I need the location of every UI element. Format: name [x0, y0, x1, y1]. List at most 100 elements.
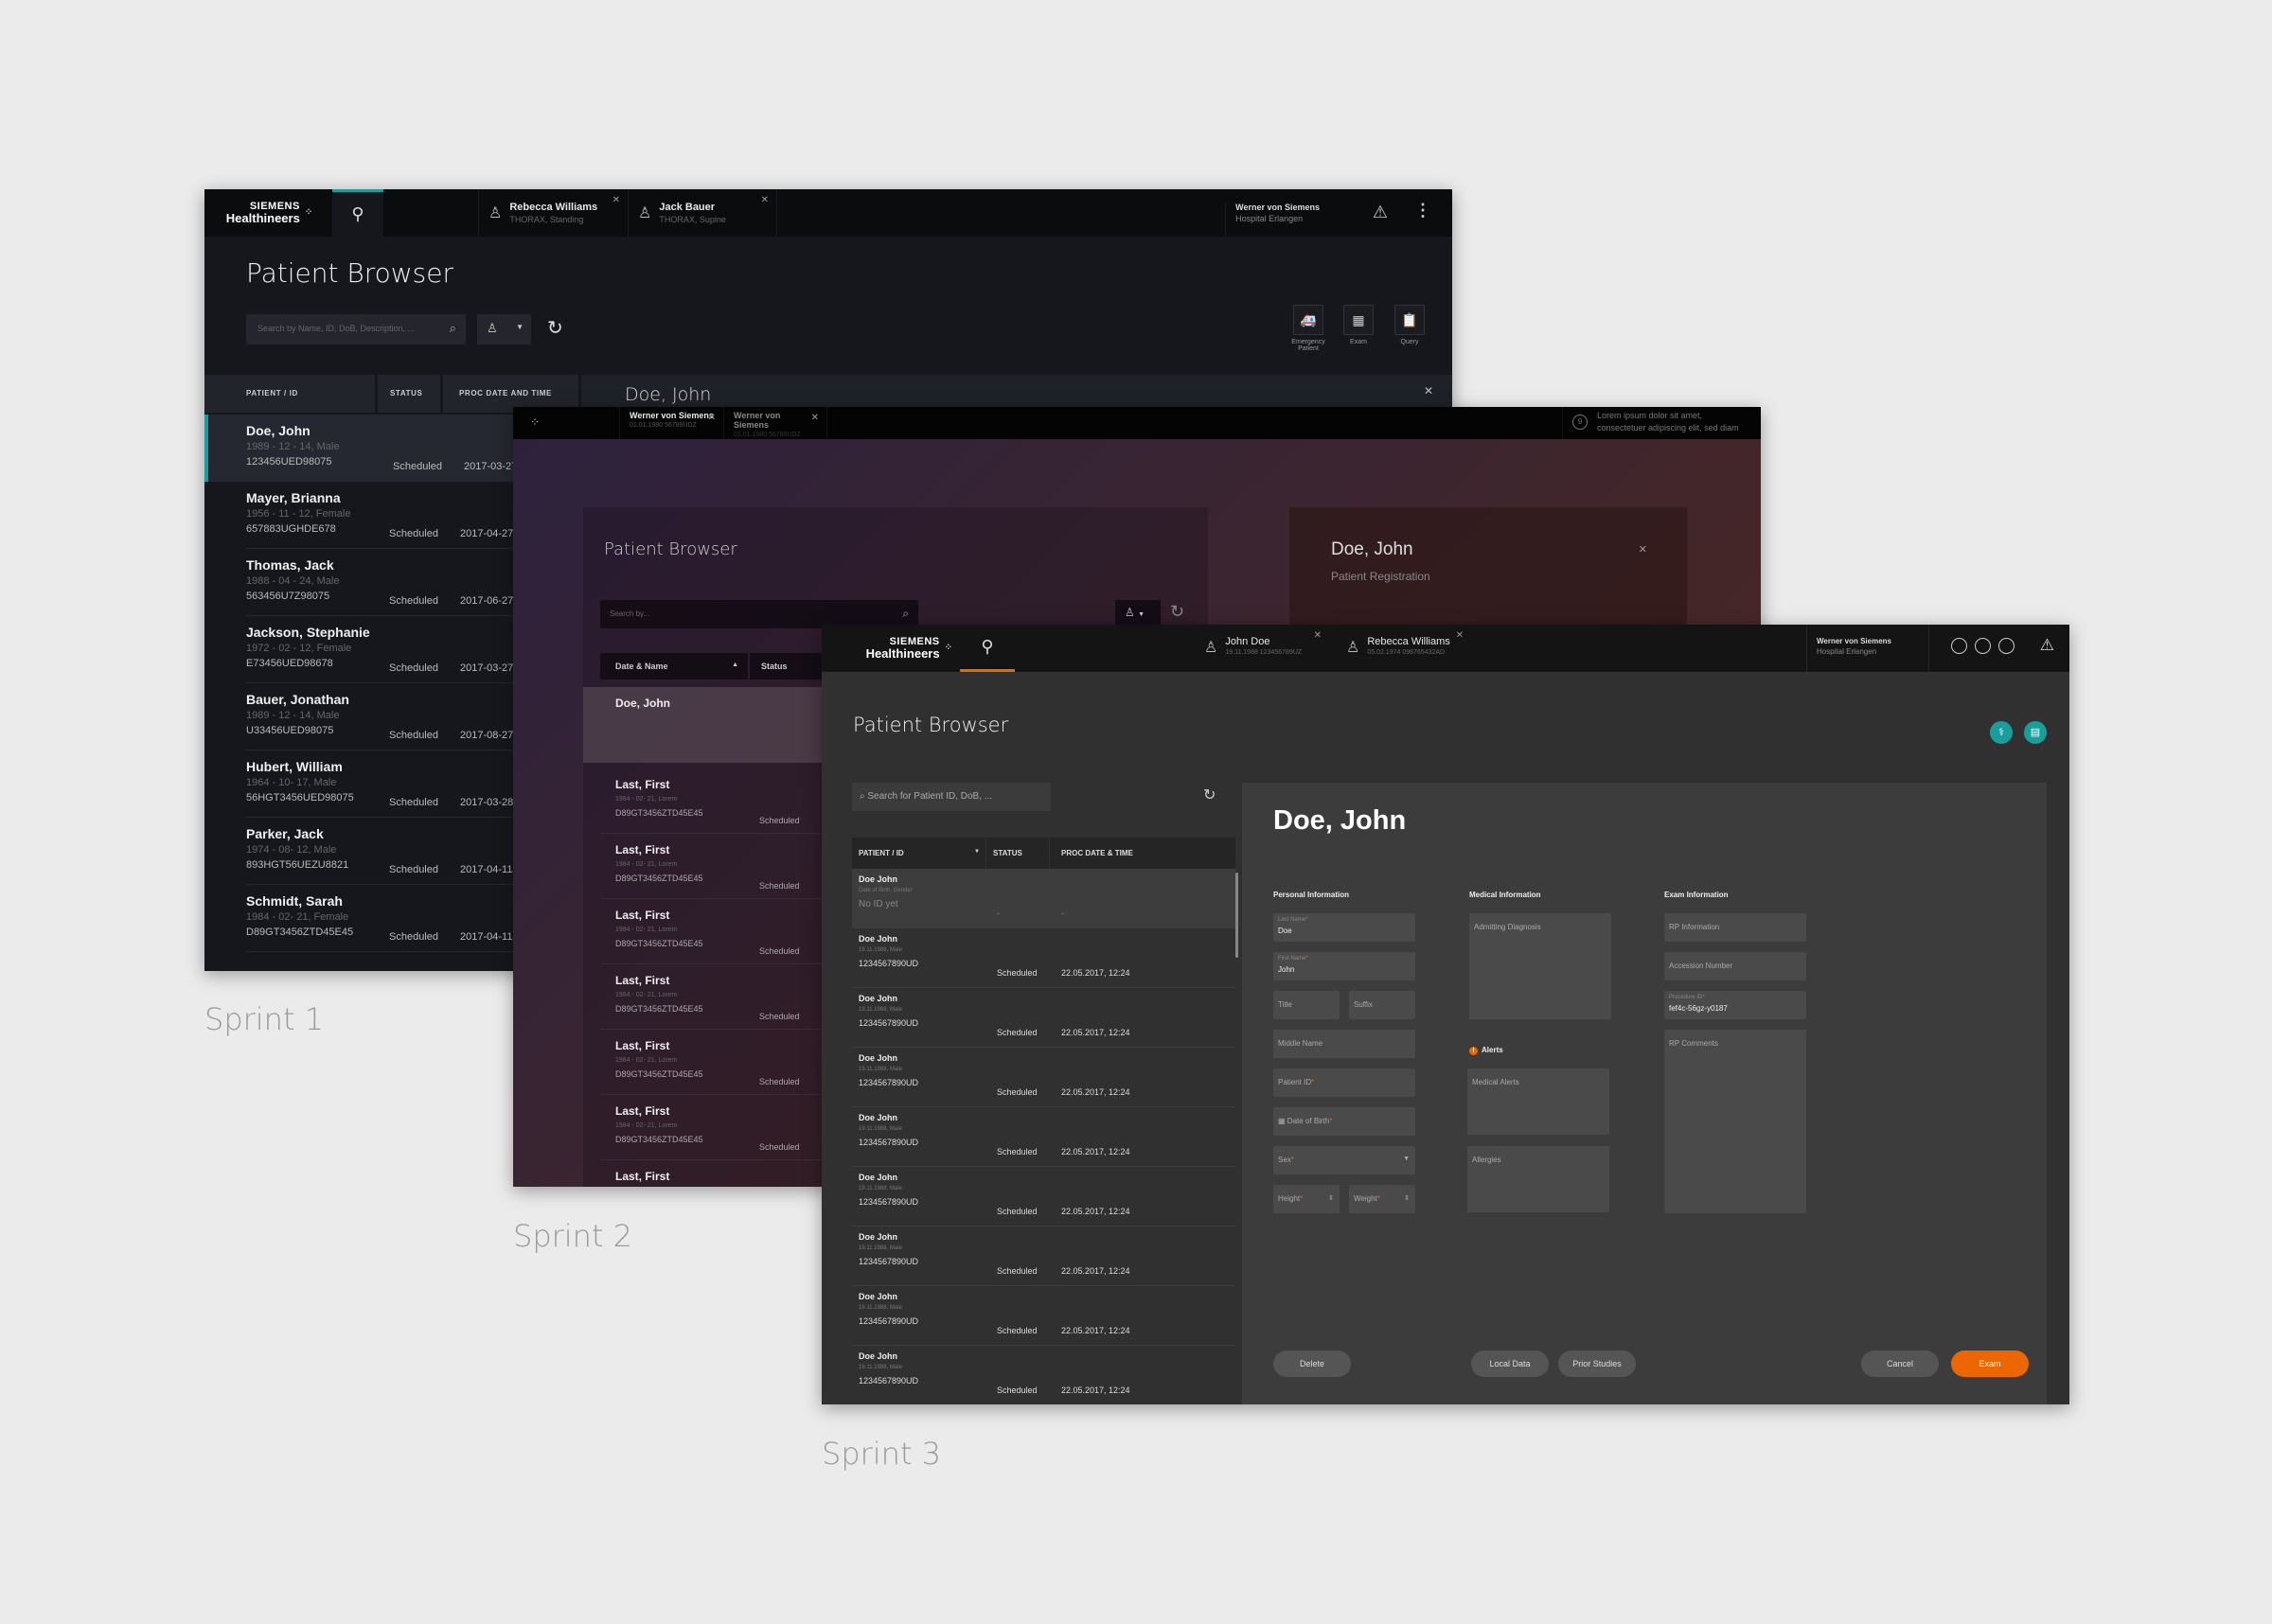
- search-input[interactable]: Search by Name, ID, DoB, Description, ..…: [246, 314, 466, 344]
- sex-select[interactable]: Sex* ▼: [1273, 1146, 1415, 1174]
- patient-id: 1234567890UD: [859, 1257, 919, 1266]
- patient-tab[interactable]: Werner von Siemens 01.01.1980 56789UDZ ✕: [723, 407, 827, 439]
- section-personal: Personal Information: [1273, 891, 1350, 899]
- notification[interactable]: 9 Lorem ipsum dolor sit amet, consectetue…: [1562, 407, 1761, 439]
- exam-button[interactable]: Exam: [1951, 1350, 2029, 1377]
- exam-button[interactable]: ▦: [1343, 305, 1374, 335]
- rp-information-field[interactable]: RP Information: [1664, 913, 1806, 942]
- stepper-icon[interactable]: ⇕: [1404, 1194, 1410, 1202]
- patient-status: Scheduled: [389, 864, 438, 875]
- rp-comments-field[interactable]: RP Comments: [1664, 1030, 1806, 1213]
- sprint-3-screen: SIEMENS Healthineers ⁘ ⚲ ♙ John Doe 19.11.…: [822, 625, 2069, 1404]
- search-icon: ⌕: [449, 321, 456, 335]
- page-title: Patient Browser: [604, 539, 737, 559]
- query-button[interactable]: 📋: [1394, 305, 1425, 335]
- close-icon[interactable]: ✕: [708, 413, 716, 423]
- patient-status: Scheduled: [997, 1266, 1038, 1276]
- emergency-patient-icon: ⚕: [1998, 727, 2004, 738]
- last-name-field[interactable]: Last Name* Doe: [1273, 913, 1415, 942]
- table-row[interactable]: Doe John 19.11.1988, Male 1234567890UD Sche…: [852, 1048, 1235, 1107]
- refresh-icon[interactable]: ↻: [1170, 602, 1184, 622]
- query-icon: 📋: [1401, 312, 1418, 327]
- weight-stepper[interactable]: Weight* ⇕: [1349, 1185, 1415, 1213]
- patient-tab[interactable]: ♙ Jack Bauer THORAX, Supine ✕: [628, 189, 777, 237]
- warning-icon[interactable]: ⚠: [1373, 203, 1388, 222]
- column-patient-id[interactable]: PATIENT / ID ▼: [852, 838, 985, 869]
- new-patient-row[interactable]: Doe John Date of Birth, Gender No ID yet…: [852, 869, 1235, 928]
- warning-icon[interactable]: ⚠: [2040, 636, 2054, 655]
- title-field[interactable]: Title: [1273, 991, 1340, 1019]
- field-label: Last Name: [1278, 917, 1306, 923]
- emergency-patient-button[interactable]: ⚕: [1990, 721, 2013, 744]
- column-patient-id[interactable]: PATIENT / ID: [204, 375, 375, 413]
- patient-tab[interactable]: Werner von Siemens 01.01.1980 56789UDZ ✕: [619, 407, 723, 439]
- close-icon[interactable]: ✕: [811, 413, 819, 423]
- column-date-name[interactable]: Date & Name ▲: [600, 653, 748, 680]
- refresh-icon[interactable]: ↻: [547, 316, 563, 340]
- allergies-field[interactable]: Allergies: [1467, 1146, 1609, 1212]
- table-row[interactable]: Doe John 19.11.1988, Male 1234567890UD Sche…: [852, 1167, 1235, 1227]
- table-row[interactable]: Doe John 19.11.1988, Male 1234567890UD Sche…: [852, 1227, 1235, 1286]
- close-icon[interactable]: ✕: [612, 195, 620, 205]
- patient-tab[interactable]: ♙ Rebecca Williams 05.02.1974 098765432AD…: [1342, 625, 1484, 668]
- patient-browser-tab[interactable]: ⚲: [960, 625, 1015, 672]
- patient-browser-tab[interactable]: ⚲: [332, 189, 383, 237]
- patient-dob: 19.11.1988, Male: [859, 1067, 902, 1072]
- table-row[interactable]: Doe John 19.11.1988, Male 1234567890UD Sche…: [852, 1107, 1235, 1167]
- column-status[interactable]: STATUS: [986, 838, 1049, 869]
- close-icon[interactable]: ✕: [1314, 630, 1322, 641]
- patient-figure-icon: ♙: [638, 205, 652, 221]
- admitting-diagnosis-field[interactable]: Admitting Diagnosis: [1469, 913, 1611, 1019]
- patient-id-field[interactable]: Patient ID*: [1273, 1068, 1415, 1097]
- required-mark: *: [1329, 1117, 1333, 1125]
- close-icon[interactable]: ✕: [761, 195, 769, 205]
- local-data-button[interactable]: Local Data: [1471, 1350, 1549, 1377]
- user-info[interactable]: Werner von Siemens Hospital Erlangen: [1806, 625, 1929, 672]
- search-input[interactable]: ⌕ Search for Patient ID, DoB, ...: [852, 783, 1051, 811]
- table-row[interactable]: Doe John 19.11.1988, Male 1234567890UD Sche…: [852, 988, 1235, 1048]
- close-icon[interactable]: ✕: [1639, 543, 1647, 556]
- scrollbar[interactable]: [1235, 873, 1238, 958]
- table-row[interactable]: Doe John 19.11.1988, Male 1234567890UD Sche…: [852, 928, 1235, 988]
- date-of-birth-field[interactable]: ▦ Date of Birth*: [1273, 1107, 1415, 1136]
- medical-alerts-field[interactable]: Medical Alerts: [1467, 1068, 1609, 1135]
- user-info[interactable]: Werner von Siemens Hospital Erlangen: [1225, 203, 1320, 237]
- patient-date: 2017-04-11: [460, 864, 513, 875]
- patient-tab[interactable]: ♙ Rebecca Williams THORAX, Standing ✕: [478, 189, 628, 237]
- patient-filter-dropdown[interactable]: ♙ ▼: [477, 314, 531, 344]
- status-circle-icon[interactable]: [1951, 638, 1967, 654]
- top-bar: SIEMENS Healthineers ⁘ ⚲ ♙ John Doe 19.11.…: [822, 625, 2069, 672]
- logo-dots-icon: ⁘: [944, 643, 953, 653]
- patient-id: 1234567890UD: [859, 1018, 919, 1028]
- more-menu-icon[interactable]: ⋮: [1414, 201, 1431, 221]
- close-icon[interactable]: ✕: [1424, 384, 1433, 397]
- close-icon[interactable]: ✕: [1456, 630, 1464, 641]
- status-circle-icon[interactable]: [1975, 638, 1991, 654]
- procedure-id-field[interactable]: Procedure ID* fef4c-56gz-y0187: [1664, 991, 1806, 1019]
- patient-tab[interactable]: ♙ John Doe 19.11.1988 123456789UZ ✕: [1200, 625, 1342, 668]
- first-name-field[interactable]: First Name* John: [1273, 952, 1415, 980]
- suffix-field[interactable]: Suffix: [1349, 991, 1415, 1019]
- accession-number-field[interactable]: Accession Number: [1664, 952, 1806, 980]
- patient-tab-sub: 01.01.1980 56789UDZ: [630, 422, 697, 429]
- middle-name-field[interactable]: Middle Name: [1273, 1030, 1415, 1058]
- prior-studies-button[interactable]: Prior Studies: [1558, 1350, 1636, 1377]
- query-button[interactable]: ▤: [2024, 721, 2047, 744]
- height-stepper[interactable]: Height* ⇕: [1273, 1185, 1340, 1213]
- cancel-button[interactable]: Cancel: [1861, 1350, 1939, 1377]
- stepper-icon[interactable]: ⇕: [1328, 1194, 1334, 1202]
- delete-button[interactable]: Delete: [1273, 1350, 1351, 1377]
- patient-status: Scheduled: [759, 1142, 800, 1152]
- patient-date: 22.05.2017, 12:24: [1061, 1326, 1130, 1335]
- column-proc-date[interactable]: PROC DATE & TIME: [1050, 838, 1235, 869]
- table-row[interactable]: Doe John 19.11.1988, Male 1234567890UD Sche…: [852, 1346, 1235, 1404]
- patient-tab-name: Werner von Siemens: [734, 411, 781, 430]
- table-row[interactable]: Doe John 19.11.1988, Male 1234567890UD Sche…: [852, 1286, 1235, 1346]
- patient-figure-icon: ♙: [488, 205, 503, 221]
- status-circle-icon[interactable]: [1998, 638, 2015, 654]
- refresh-icon[interactable]: ↻: [1203, 786, 1216, 804]
- column-status[interactable]: STATUS: [378, 375, 440, 413]
- emergency-patient-button[interactable]: 🚑: [1293, 305, 1323, 335]
- exam-icon: ▦: [1352, 312, 1365, 327]
- patient-tab-sub: 19.11.1988 123456789UZ: [1225, 649, 1303, 656]
